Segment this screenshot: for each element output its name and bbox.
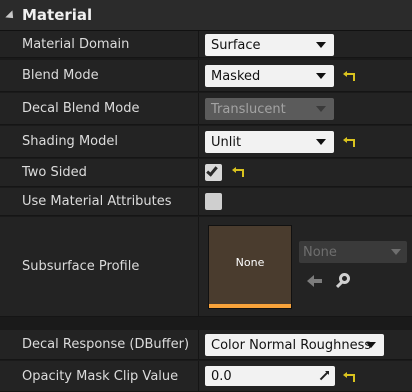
column-divider[interactable] [198, 60, 199, 91]
reset-to-default-icon[interactable] [346, 71, 356, 81]
column-divider[interactable] [198, 330, 199, 359]
row-shading-model: Shading Model Unlit [0, 126, 412, 158]
row-blend-mode: Blend Mode Masked [0, 60, 412, 92]
thumbnail-label: None [235, 256, 265, 269]
material-section-header[interactable]: Material [0, 0, 412, 31]
reset-to-default-icon[interactable] [346, 137, 356, 147]
use-selected-asset-icon[interactable] [307, 273, 323, 289]
decal-blend-mode-dropdown: Translucent [205, 98, 334, 120]
column-divider[interactable] [198, 31, 199, 57]
blend-mode-value: Masked [211, 68, 261, 84]
subsurface-profile-thumbnail[interactable]: None [208, 225, 292, 309]
subsurface-profile-label: Subsurface Profile [22, 259, 140, 274]
chevron-down-icon [316, 139, 326, 145]
column-divider[interactable] [198, 217, 199, 316]
two-sided-checkbox[interactable] [205, 164, 222, 181]
column-divider[interactable] [198, 93, 199, 124]
collapse-arrow-icon[interactable] [5, 10, 17, 22]
column-divider[interactable] [198, 126, 199, 157]
decal-response-value: Color Normal Roughness [211, 337, 372, 353]
shading-model-value: Unlit [211, 134, 242, 150]
material-domain-value: Surface [211, 37, 261, 53]
subsurface-profile-asset-value: None [303, 244, 337, 260]
material-domain-dropdown[interactable]: Surface [205, 34, 334, 56]
column-divider[interactable] [198, 361, 199, 391]
shading-model-label: Shading Model [22, 134, 118, 149]
section-title: Material [22, 6, 93, 24]
two-sided-label: Two Sided [22, 165, 87, 180]
blend-mode-dropdown[interactable]: Masked [205, 65, 334, 87]
chevron-down-icon [391, 249, 401, 255]
decal-blend-mode-label: Decal Blend Mode [22, 101, 140, 116]
browse-search-icon[interactable] [335, 272, 353, 290]
checkmark-icon [206, 164, 218, 177]
reset-to-default-icon[interactable] [346, 372, 356, 382]
use-material-attributes-checkbox[interactable] [205, 193, 222, 210]
handle [335, 280, 344, 289]
opacity-mask-clip-value-label: Opacity Mask Clip Value [22, 368, 179, 384]
arrow-shaft [312, 279, 322, 283]
row-subsurface-profile: Subsurface Profile [0, 217, 412, 317]
shading-model-dropdown[interactable]: Unlit [205, 131, 334, 153]
chevron-down-icon [366, 342, 376, 348]
reset-to-default-icon[interactable] [235, 167, 245, 177]
thumbnail-accent-bar [209, 304, 291, 308]
decal-blend-mode-value: Translucent [211, 101, 286, 117]
use-material-attributes-label: Use Material Attributes [22, 194, 172, 209]
chevron-down-icon [316, 42, 326, 48]
opacity-mask-clip-value: 0.0 [211, 368, 232, 384]
row-use-material-attributes: Use Material Attributes [0, 188, 412, 216]
column-divider[interactable] [198, 159, 199, 186]
details-panel: Material Material Domain Surface Blend M… [0, 0, 412, 392]
material-domain-label: Material Domain [22, 36, 130, 52]
blend-mode-label: Blend Mode [22, 68, 99, 83]
row-opacity-mask-clip-value: Opacity Mask Clip Value 0.0 [0, 361, 412, 392]
row-decal-response: Decal Response (DBuffer) Color Normal Ro… [0, 330, 412, 360]
chevron-down-icon [316, 73, 326, 79]
drag-resize-icon[interactable] [319, 371, 329, 381]
subsurface-profile-asset-dropdown: None [299, 241, 407, 263]
row-decal-blend-mode: Decal Blend Mode Translucent [0, 93, 412, 125]
opacity-mask-clip-value-input[interactable]: 0.0 [205, 366, 335, 386]
chevron-down-icon [316, 106, 326, 112]
decal-response-dropdown[interactable]: Color Normal Roughness [205, 334, 384, 356]
decal-response-label: Decal Response (DBuffer) [22, 337, 190, 352]
column-divider[interactable] [198, 188, 199, 215]
row-material-domain: Material Domain Surface [0, 31, 412, 58]
row-two-sided: Two Sided [0, 159, 412, 187]
